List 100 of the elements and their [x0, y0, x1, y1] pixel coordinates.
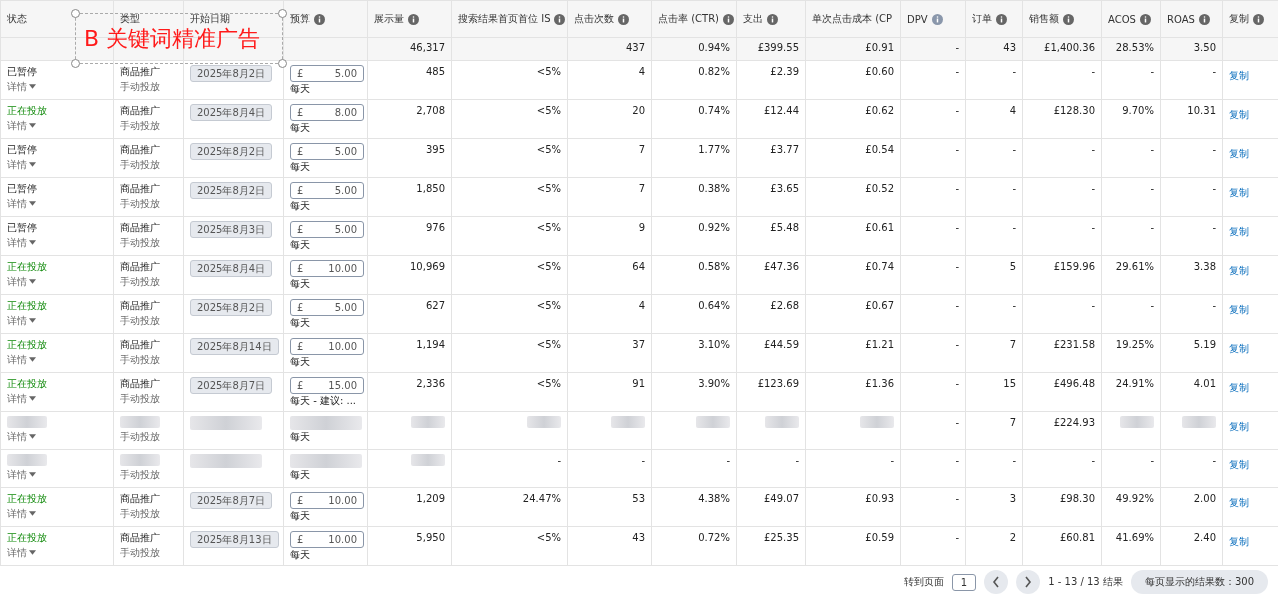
details-dropdown[interactable]: 详情 [7, 236, 36, 249]
info-icon[interactable] [314, 13, 325, 25]
redaction-blur [527, 416, 561, 428]
per-page-dropdown[interactable]: 每页显示的结果数：300 [1130, 570, 1268, 594]
date-field[interactable]: 2025年8月7日 [190, 492, 273, 509]
date-field[interactable]: 2025年8月4日 [190, 104, 273, 121]
budget-field[interactable]: £ 5.00 [290, 299, 364, 316]
budget-value: 5.00 [334, 301, 357, 314]
redaction-blur [1120, 416, 1154, 428]
budget-period: 每天 [290, 509, 311, 522]
budget-field[interactable]: £ 10.00 [290, 492, 364, 509]
details-dropdown[interactable]: 详情 [7, 197, 36, 210]
copy-link[interactable]: 复制 [1229, 381, 1249, 394]
budget-field[interactable]: £ 10.00 [290, 338, 364, 355]
copy-link[interactable]: 复制 [1229, 225, 1249, 238]
copy-link[interactable]: 复制 [1229, 535, 1249, 548]
column-header[interactable]: 类型 [120, 12, 140, 26]
selection-handle[interactable] [278, 59, 287, 68]
type-text: 商品推广 [120, 65, 161, 78]
metric-value: 24.47% [522, 493, 561, 504]
info-icon[interactable] [618, 13, 629, 25]
details-dropdown[interactable]: 详情 [7, 430, 36, 443]
selection-handle[interactable] [71, 59, 80, 68]
column-header[interactable]: 预算 [290, 12, 310, 26]
budget-value: 10.00 [328, 494, 357, 507]
details-dropdown[interactable]: 详情 [7, 353, 36, 366]
metric-value: - [955, 183, 959, 194]
details-dropdown[interactable]: 详情 [7, 80, 36, 93]
currency-symbol: £ [297, 533, 304, 546]
column-header[interactable]: 销售额 [1029, 12, 1059, 26]
date-field[interactable]: 2025年8月2日 [190, 65, 273, 82]
info-icon[interactable] [1253, 13, 1264, 25]
copy-link[interactable]: 复制 [1229, 186, 1249, 199]
metric-value: - [955, 144, 959, 155]
currency-symbol: £ [297, 262, 304, 275]
page-input[interactable]: 1 [951, 573, 977, 591]
budget-field[interactable]: £ 5.00 [290, 221, 364, 238]
details-dropdown[interactable]: 详情 [7, 392, 36, 405]
budget-period: 每天 [290, 199, 311, 212]
budget-field[interactable]: £ 5.00 [290, 182, 364, 199]
column-header[interactable]: 状态 [7, 12, 27, 26]
copy-link[interactable]: 复制 [1229, 147, 1249, 160]
selection-handle[interactable] [278, 9, 287, 18]
date-field[interactable]: 2025年8月4日 [190, 260, 273, 277]
column-header[interactable]: 开始日期 [190, 12, 230, 26]
details-dropdown[interactable]: 详情 [7, 314, 36, 327]
copy-link[interactable]: 复制 [1229, 458, 1249, 471]
copy-link[interactable]: 复制 [1229, 303, 1249, 316]
details-dropdown[interactable]: 详情 [7, 158, 36, 171]
copy-link[interactable]: 复制 [1229, 264, 1249, 277]
copy-link[interactable]: 复制 [1229, 69, 1249, 82]
details-dropdown[interactable]: 详情 [7, 119, 36, 132]
column-header[interactable]: ACOS [1108, 13, 1136, 25]
info-icon[interactable] [1139, 13, 1151, 25]
column-header[interactable]: 复制 [1229, 12, 1249, 26]
metric-value: £1.36 [865, 378, 894, 389]
info-icon[interactable] [767, 13, 778, 25]
budget-field[interactable]: £ 8.00 [290, 104, 364, 121]
copy-link[interactable]: 复制 [1229, 496, 1249, 509]
copy-link[interactable]: 复制 [1229, 420, 1249, 433]
details-dropdown[interactable]: 详情 [7, 468, 36, 481]
info-icon[interactable] [1198, 13, 1210, 25]
copy-link[interactable]: 复制 [1229, 342, 1249, 355]
column-header[interactable]: 支出 [743, 12, 763, 26]
budget-field[interactable]: £ 10.00 [290, 260, 364, 277]
metric-value: - [1212, 222, 1216, 233]
currency-symbol: £ [297, 379, 304, 392]
date-field[interactable]: 2025年8月3日 [190, 221, 273, 238]
date-field[interactable]: 2025年8月14日 [190, 338, 279, 355]
info-icon[interactable] [554, 13, 566, 25]
status-text: 已暂停 [7, 221, 38, 234]
metric-value: 10,969 [410, 261, 445, 272]
details-dropdown[interactable]: 详情 [7, 546, 36, 559]
column-header[interactable]: 展示量 [374, 12, 404, 26]
copy-link[interactable]: 复制 [1229, 108, 1249, 121]
info-icon[interactable] [723, 13, 735, 25]
date-field[interactable]: 2025年8月13日 [190, 531, 279, 548]
column-header[interactable]: DPV [907, 13, 928, 25]
info-icon[interactable] [408, 13, 419, 25]
info-icon[interactable] [996, 13, 1007, 25]
next-page-button[interactable] [1016, 570, 1041, 594]
budget-field[interactable]: £ 15.00 [290, 377, 364, 394]
previous-page-button[interactable] [984, 570, 1009, 594]
date-field[interactable]: 2025年8月2日 [190, 182, 273, 199]
budget-field[interactable]: £ 10.00 [290, 531, 364, 548]
details-dropdown[interactable]: 详情 [7, 275, 36, 288]
currency-symbol: £ [297, 145, 304, 158]
metric-value: - [955, 455, 959, 466]
info-icon[interactable] [1063, 13, 1074, 25]
date-field[interactable]: 2025年8月2日 [190, 299, 273, 316]
budget-field[interactable]: £ 5.00 [290, 65, 364, 82]
info-icon[interactable] [931, 13, 943, 25]
budget-field[interactable]: £ 5.00 [290, 143, 364, 160]
column-header[interactable]: ROAS [1167, 13, 1195, 25]
column-header[interactable]: 订单 [972, 12, 992, 26]
selection-handle[interactable] [71, 9, 80, 18]
date-field[interactable]: 2025年8月7日 [190, 377, 273, 394]
details-dropdown[interactable]: 详情 [7, 507, 36, 520]
column-header[interactable]: 点击次数 [574, 12, 614, 26]
date-field[interactable]: 2025年8月2日 [190, 143, 273, 160]
